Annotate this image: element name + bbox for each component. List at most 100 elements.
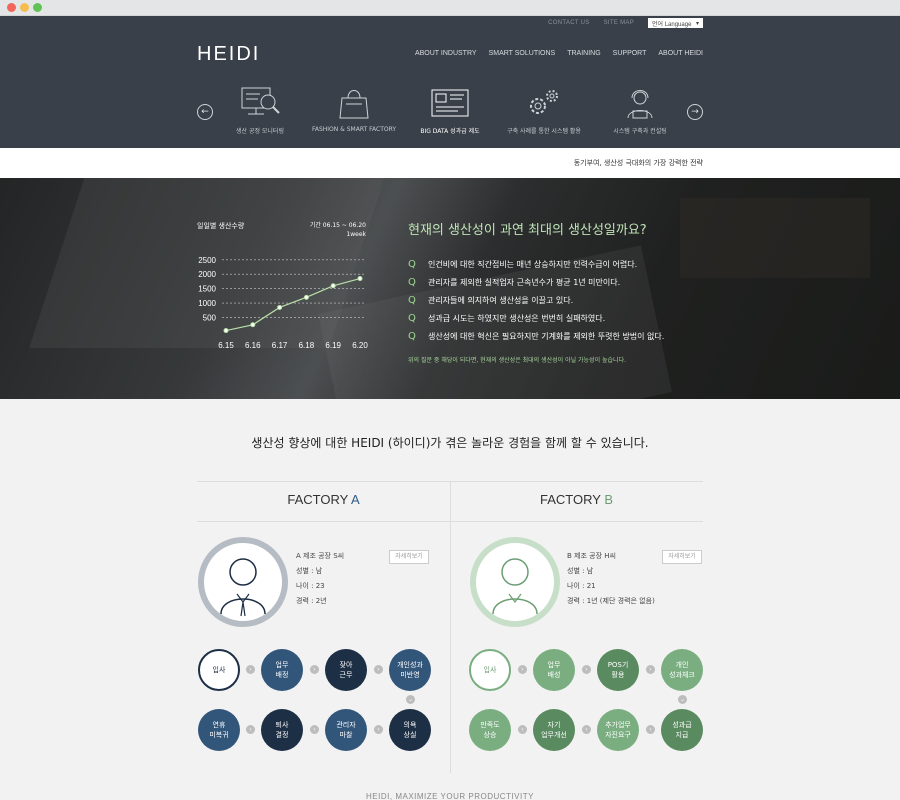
footer-tagline: HEIDI, MAXIMIZE YOUR PRODUCTIVITY [366,792,534,800]
utility-links: CONTACT US SITE MAP 언어 Language ▾ [548,18,703,28]
close-window-dot[interactable] [7,3,16,12]
minimize-window-dot[interactable] [20,3,29,12]
x-tick-label: 6.18 [299,341,315,350]
chevron-right-icon: › [646,665,655,674]
x-tick-label: 6.17 [272,341,288,350]
y-tick-label: 1500 [198,285,216,294]
process-step: 업무 배성 [533,649,575,691]
detail-button-a[interactable]: 자세히보기 [389,550,429,564]
production-line-chart: 500 1000 1500 2000 2500 6.15 6.16 6.17 6.18 6.19 6… [198,256,368,350]
chevron-left-icon: ‹ [582,725,591,734]
hero-question: 현재의 생산성이 과연 최대의 생산성일까요? [408,223,647,238]
nav-about-industry[interactable]: ABOUT INDUSTRY [415,50,477,57]
process-step: 자기 업무개선 [533,709,575,751]
chart-period-range: 기간 06.15 ~ 06.20 [309,222,366,229]
profile-name: A 제조 공장 S씨 [296,552,345,560]
service-fashion[interactable]: FASHION & SMART FACTORY [304,86,404,133]
service-label: 시스템 구축과 컨설팅 [613,128,667,135]
question-list: Q 인건비에 대한 직간접비는 매년 상승하지만 인력수급이 어렵다. Q 관리자를… [408,255,664,345]
question-text: 성과급 시도는 하였지만 생산성은 번번히 실패하였다. [428,313,606,323]
service-label: 구축 사례를 통한 시스템 활용 [507,128,581,135]
question-item: Q 생산성에 대한 혁신은 필요하지만 기계화를 제외한 뚜렷한 방법이 없다. [408,327,664,345]
chart-period-length: 1week [346,231,366,238]
x-tick-label: 6.19 [325,341,341,350]
chevron-left-icon: ‹ [646,725,655,734]
process-step: 입사 [198,649,240,691]
factory-a-title: FACTORY A [197,492,450,507]
data-point [223,328,229,334]
q-mark: Q [408,312,416,324]
data-point [330,283,336,289]
browser-titlebar [0,0,900,16]
worker-profile-a: A 제조 공장 S씨 성별 : 남 나이 : 23 경력 : 2년 [296,549,344,609]
question-text: 관리자들에 의지하여 생산성을 이끌고 있다. [428,295,574,305]
service-monitoring[interactable]: 생산 공정 모니터링 [210,86,310,135]
site-logo[interactable]: HEIDI [197,43,260,66]
x-tick-label: 6.20 [352,341,368,350]
profile-career: 경력 : 1년 (제단 경력은 없음) [567,597,655,605]
y-tick-label: 2000 [198,270,216,279]
site-map-link[interactable]: SITE MAP [604,20,634,26]
chevron-down-icon: ▾ [695,20,699,27]
service-label: BIG DATA 성과급 제도 [420,128,480,135]
nav-about-heidi[interactable]: ABOUT HEIDI [658,50,703,57]
contact-us-link[interactable]: CONTACT US [548,20,589,26]
chevron-left-icon: ‹ [246,725,255,734]
service-cases[interactable]: 구축 사례를 통한 시스템 활용 [494,86,594,135]
slogan-bar: 동기부여, 생산성 극대화의 가장 강력한 전략 [0,148,900,178]
hero-section: 일일별 생산수량 기간 06.15 ~ 06.20 1week 500 1000 1… [0,178,900,399]
consultant-headset-icon [627,90,653,119]
worker-avatar-icon [470,537,560,627]
process-step: 관리자 마찰 [325,709,367,751]
data-point [303,294,309,300]
service-big-data[interactable]: BIG DATA 성과급 제도 [400,86,500,135]
detail-button-b[interactable]: 자세히보기 [662,550,702,564]
site-header: CONTACT US SITE MAP 언어 Language ▾ HEIDI … [0,16,900,148]
y-tick-label: 2500 [198,256,216,265]
chevron-left-icon: ‹ [374,725,383,734]
chevron-right-icon: › [582,665,591,674]
chevron-right-icon: › [310,665,319,674]
arrow-left-icon: ← [201,107,209,117]
chevron-left-icon: ‹ [310,725,319,734]
maximize-window-dot[interactable] [33,3,42,12]
q-mark: Q [408,258,416,270]
language-select-value: 언어 Language [652,21,692,28]
question-item: Q 인건비에 대한 직간접비는 매년 상승하지만 인력수급이 어렵다. [408,255,664,273]
process-step: 개인 성과체크 [661,649,703,691]
service-label: 생산 공정 모니터링 [236,128,284,135]
process-step: 만족도 상승 [469,709,511,751]
language-select[interactable]: 언어 Language ▾ [648,18,703,28]
chevron-right-icon: › [518,665,527,674]
service-consulting[interactable]: 시스템 구축과 컨설팅 [590,86,690,135]
x-tick-label: 6.16 [245,341,261,350]
process-step: 퇴사 결정 [261,709,303,751]
process-step: 개인성과 미반영 [389,649,431,691]
data-dashboard-icon [431,89,469,117]
factory-label: FACTORY [287,492,351,507]
q-mark: Q [408,330,416,342]
service-label: FASHION & SMART FACTORY [311,126,397,133]
shopping-bag-icon [339,90,369,119]
slogan-text: 동기부여, 생산성 극대화의 가장 강력한 전략 [573,159,703,167]
section-title: 생산성 향상에 대한 HEIDI (하이디)가 겪은 놀라운 경험을 함께 할 … [251,436,649,450]
process-step: 의욕 상실 [389,709,431,751]
column-divider [450,481,451,773]
profile-name: B 제조 공장 H씨 [567,552,616,560]
nav-training[interactable]: TRAINING [567,50,600,57]
worker-profile-b: B 제조 공장 H씨 성별 : 남 나이 : 21 경력 : 1년 (제단 경력… [567,549,655,609]
question-item: Q 관리자들에 의지하여 생산성을 이끌고 있다. [408,291,664,309]
arrow-right-icon: → [691,107,699,117]
nav-smart-solutions[interactable]: SMART SOLUTIONS [489,50,556,57]
question-item: Q 관리자를 제외한 실적업자 근속년수가 평균 1년 미만이다. [408,273,664,291]
y-tick-label: 500 [203,314,217,323]
y-tick-label: 1000 [198,299,216,308]
nav-support[interactable]: SUPPORT [613,50,647,57]
main-nav: ABOUT INDUSTRY SMART SOLUTIONS TRAINING … [415,50,703,57]
question-text: 인건비에 대한 직간접비는 매년 상승하지만 인력수급이 어렵다. [428,259,638,269]
factory-comparison-section: 생산성 향상에 대한 HEIDI (하이디)가 겪은 놀라운 경험을 함께 할 … [0,399,900,800]
profile-gender: 성별 : 남 [296,567,323,575]
data-series-line [225,277,361,332]
question-item: Q 성과급 시도는 하였지만 생산성은 번번히 실패하였다. [408,309,664,327]
process-step: 업무 배정 [261,649,303,691]
